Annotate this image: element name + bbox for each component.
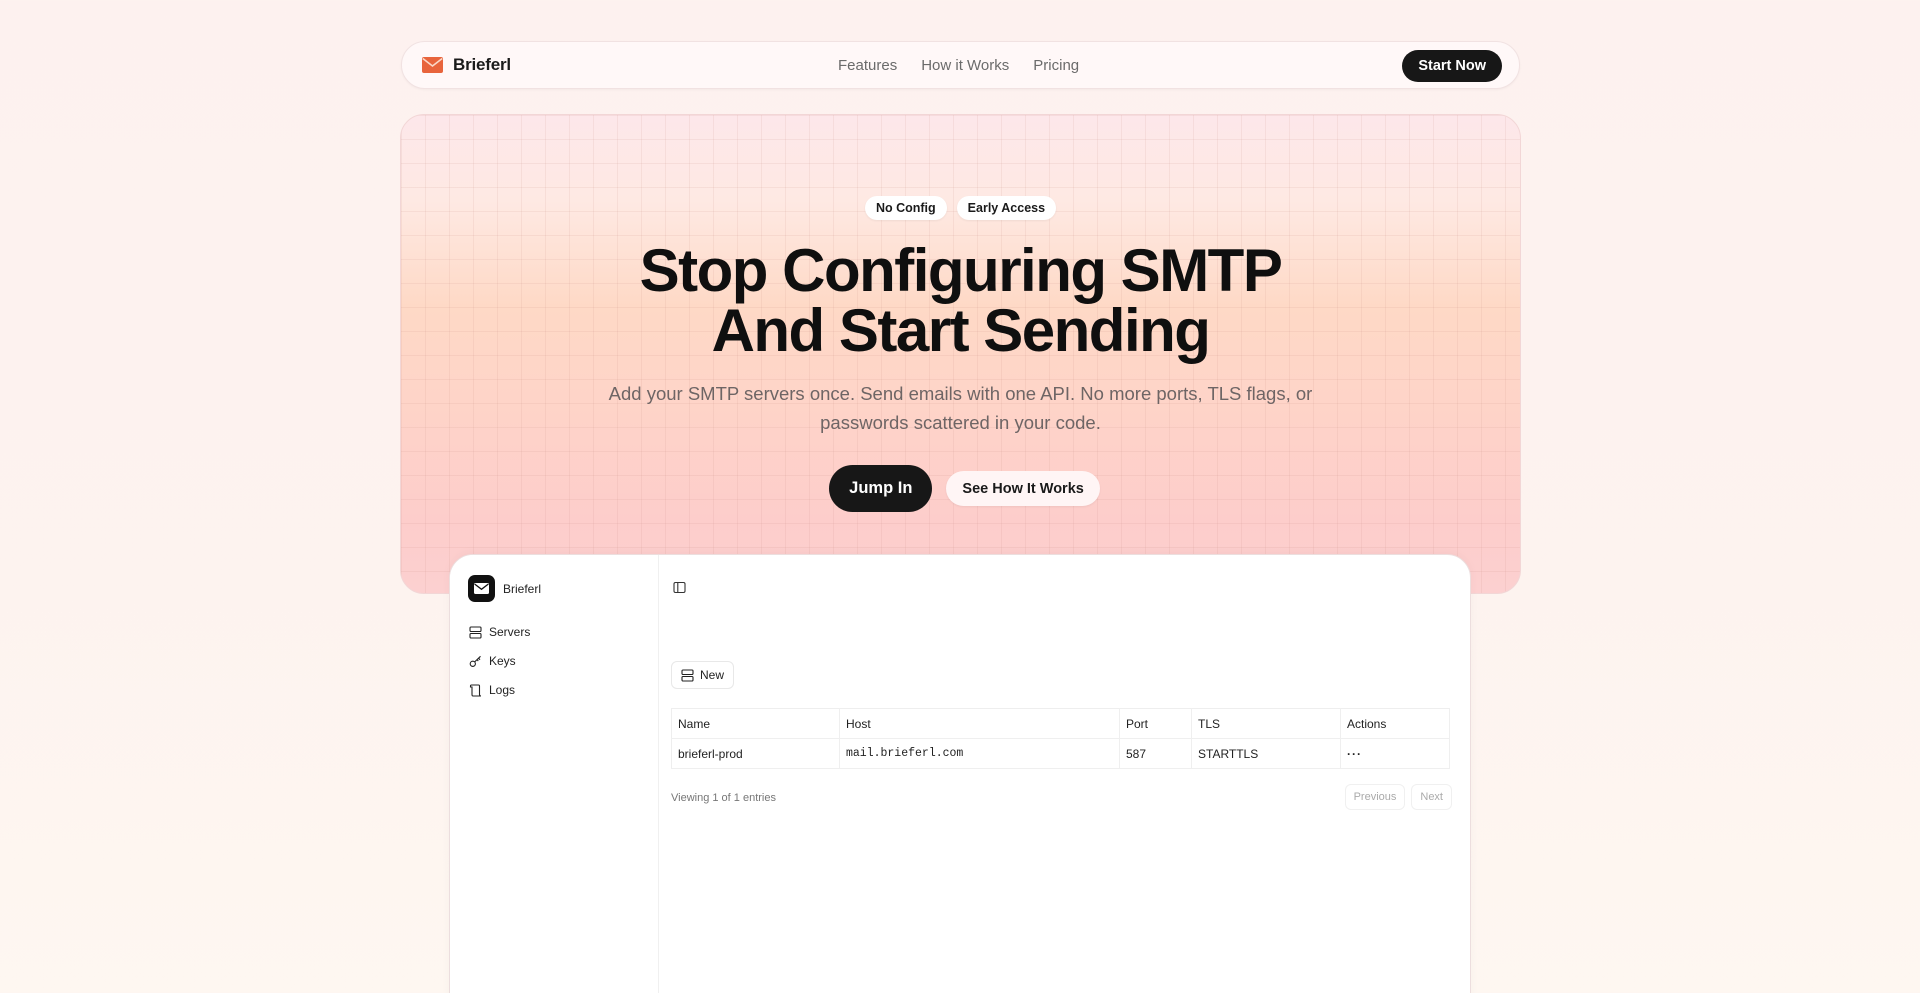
next-button[interactable]: Next: [1411, 784, 1452, 810]
table-header-row: Name Host Port TLS Actions: [671, 708, 1450, 739]
servers-table: Name Host Port TLS Actions brieferl-prod…: [671, 708, 1450, 769]
see-how-it-works-button[interactable]: See How It Works: [946, 471, 1100, 506]
sidebar-item-label: Servers: [489, 625, 531, 639]
envelope-icon: [474, 583, 489, 594]
column-header-actions: Actions: [1340, 708, 1450, 739]
cell-tls: STARTTLS: [1191, 738, 1341, 769]
previous-button[interactable]: Previous: [1344, 784, 1406, 810]
sidebar-toggle-icon[interactable]: [673, 581, 686, 594]
hero-title: Stop Configuring SMTP And Start Sending: [401, 241, 1520, 361]
table-row[interactable]: brieferl-prod mail.brieferl.com 587 STAR…: [671, 738, 1450, 769]
sidebar-item-label: Keys: [489, 654, 516, 668]
hero-subtitle-line2: passwords scattered in your code.: [820, 412, 1101, 433]
hero-title-line1: Stop Configuring SMTP: [639, 237, 1283, 304]
column-header-tls[interactable]: TLS: [1191, 708, 1341, 739]
brand-name: Brieferl: [453, 55, 511, 74]
brand[interactable]: Brieferl: [422, 55, 511, 75]
app-main: New Name Host Port TLS Actions brieferl-…: [659, 555, 1470, 993]
app-brand-name: Brieferl: [503, 581, 542, 596]
column-header-name[interactable]: Name: [671, 708, 840, 739]
row-actions-menu-icon[interactable]: ···: [1340, 738, 1450, 769]
nav-link-how-it-works[interactable]: How it Works: [921, 57, 1009, 74]
column-header-host[interactable]: Host: [839, 708, 1120, 739]
badge-early-access: Early Access: [956, 196, 1057, 220]
start-now-button[interactable]: Start Now: [1402, 50, 1502, 82]
top-navbar: Brieferl Features How it Works Pricing S…: [401, 41, 1520, 89]
server-icon: [469, 625, 482, 639]
hero-section: No Config Early Access Stop Configuring …: [400, 114, 1521, 594]
nav-link-pricing[interactable]: Pricing: [1033, 57, 1079, 74]
hero-badges: No Config Early Access: [401, 196, 1520, 220]
hero-subtitle: Add your SMTP servers once. Send emails …: [601, 379, 1321, 437]
cell-host: mail.brieferl.com: [839, 738, 1120, 769]
hero-title-line2: And Start Sending: [711, 297, 1211, 364]
app-logo-badge: [468, 575, 495, 602]
app-preview: Brieferl Servers Keys Logs New Name Host…: [449, 554, 1471, 993]
sidebar-item-keys[interactable]: Keys: [469, 654, 516, 668]
server-icon: [681, 668, 694, 682]
sidebar-item-logs[interactable]: Logs: [469, 683, 515, 697]
new-button-label: New: [700, 668, 725, 682]
app-sidebar: Brieferl Servers Keys Logs: [450, 555, 659, 993]
new-server-button[interactable]: New: [671, 661, 735, 689]
pagination: Previous Next: [1344, 784, 1452, 810]
key-icon: [469, 655, 481, 667]
nav-links: Features How it Works Pricing: [838, 57, 1079, 74]
logs-icon: [469, 683, 482, 697]
envelope-icon: [422, 57, 443, 73]
badge-no-config: No Config: [864, 196, 947, 220]
hero-buttons: Jump In See How It Works: [401, 465, 1520, 512]
column-header-port[interactable]: Port: [1119, 708, 1192, 739]
sidebar-item-servers[interactable]: Servers: [469, 625, 530, 639]
hero-subtitle-line1: Add your SMTP servers once. Send emails …: [608, 383, 1313, 404]
app-logo[interactable]: Brieferl: [468, 575, 541, 602]
sidebar-item-label: Logs: [489, 683, 516, 697]
cell-name: brieferl-prod: [671, 738, 840, 769]
nav-link-features[interactable]: Features: [838, 57, 897, 74]
cell-port: 587: [1119, 738, 1192, 769]
entries-count: Viewing 1 of 1 entries: [671, 792, 776, 804]
jump-in-button[interactable]: Jump In: [829, 465, 933, 512]
